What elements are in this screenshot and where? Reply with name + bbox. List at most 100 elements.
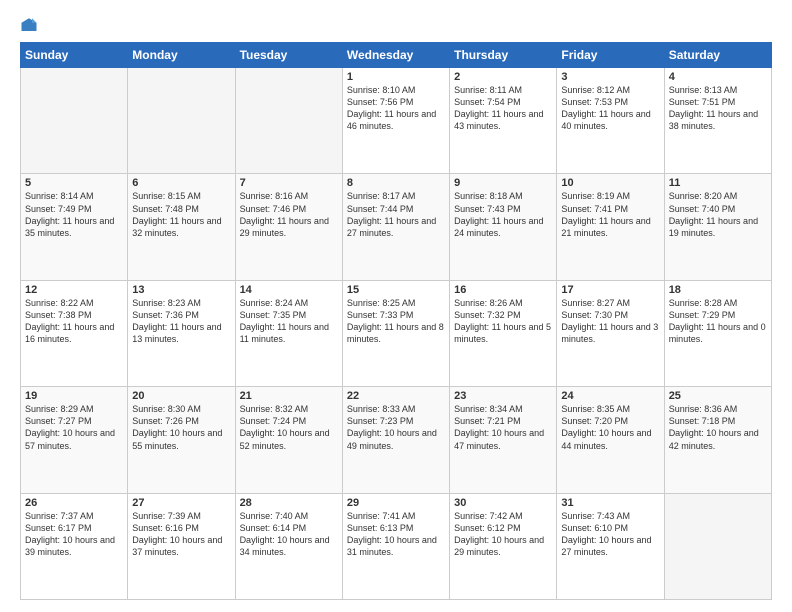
page: SundayMondayTuesdayWednesdayThursdayFrid… bbox=[0, 0, 792, 612]
cell-info: Sunrise: 8:33 AM Sunset: 7:23 PM Dayligh… bbox=[347, 404, 437, 450]
cell-info: Sunrise: 8:11 AM Sunset: 7:54 PM Dayligh… bbox=[454, 85, 543, 131]
day-cell: 7 Sunrise: 8:16 AM Sunset: 7:46 PM Daylig… bbox=[235, 174, 342, 280]
day-number: 21 bbox=[240, 390, 338, 402]
week-row-1: 1 Sunrise: 8:10 AM Sunset: 7:56 PM Daylig… bbox=[21, 68, 772, 174]
day-number: 3 bbox=[561, 71, 659, 83]
day-cell: 1 Sunrise: 8:10 AM Sunset: 7:56 PM Daylig… bbox=[342, 68, 449, 174]
day-cell: 17Sunrise: 8:27 AM Sunset: 7:30 PM Dayli… bbox=[557, 280, 664, 386]
day-cell: 3 Sunrise: 8:12 AM Sunset: 7:53 PM Daylig… bbox=[557, 68, 664, 174]
logo-icon bbox=[20, 16, 38, 34]
week-row-3: 12 Sunrise: 8:22 AM Sunset: 7:38 PM Dayli… bbox=[21, 280, 772, 386]
day-number: 17 bbox=[561, 284, 659, 296]
day-number: 29 bbox=[347, 497, 445, 509]
cell-info: Sunrise: 8:24 AM Sunset: 7:35 PM Dayligh… bbox=[240, 298, 329, 344]
header bbox=[20, 16, 772, 34]
day-number: 10 bbox=[561, 177, 659, 189]
day-cell: 11Sunrise: 8:20 AM Sunset: 7:40 PM Dayli… bbox=[664, 174, 771, 280]
week-row-2: 5 Sunrise: 8:14 AM Sunset: 7:49 PM Daylig… bbox=[21, 174, 772, 280]
day-number: 25 bbox=[669, 390, 767, 402]
calendar-table: SundayMondayTuesdayWednesdayThursdayFrid… bbox=[20, 42, 772, 600]
weekday-wednesday: Wednesday bbox=[342, 43, 449, 68]
cell-info: Sunrise: 8:14 AM Sunset: 7:49 PM Dayligh… bbox=[25, 191, 114, 237]
day-cell: 26 Sunrise: 7:37 AM Sunset: 6:17 PM Dayli… bbox=[21, 493, 128, 599]
day-number: 26 bbox=[25, 497, 123, 509]
cell-info: Sunrise: 8:34 AM Sunset: 7:21 PM Dayligh… bbox=[454, 404, 544, 450]
day-cell: 22Sunrise: 8:33 AM Sunset: 7:23 PM Dayli… bbox=[342, 387, 449, 493]
day-cell: 9 Sunrise: 8:18 AM Sunset: 7:43 PM Daylig… bbox=[450, 174, 557, 280]
day-cell: 28 Sunrise: 7:40 AM Sunset: 6:14 PM Dayli… bbox=[235, 493, 342, 599]
day-number: 9 bbox=[454, 177, 552, 189]
day-cell: 27Sunrise: 7:39 AM Sunset: 6:16 PM Dayli… bbox=[128, 493, 235, 599]
cell-info: Sunrise: 7:40 AM Sunset: 6:14 PM Dayligh… bbox=[240, 511, 330, 557]
cell-info: Sunrise: 8:18 AM Sunset: 7:43 PM Dayligh… bbox=[454, 191, 543, 237]
day-number: 1 bbox=[347, 71, 445, 83]
logo bbox=[20, 16, 42, 34]
weekday-thursday: Thursday bbox=[450, 43, 557, 68]
day-cell: 6Sunrise: 8:15 AM Sunset: 7:48 PM Daylig… bbox=[128, 174, 235, 280]
day-number: 8 bbox=[347, 177, 445, 189]
cell-info: Sunrise: 7:37 AM Sunset: 6:17 PM Dayligh… bbox=[25, 511, 115, 557]
weekday-monday: Monday bbox=[128, 43, 235, 68]
weekday-friday: Friday bbox=[557, 43, 664, 68]
weekday-tuesday: Tuesday bbox=[235, 43, 342, 68]
cell-info: Sunrise: 8:12 AM Sunset: 7:53 PM Dayligh… bbox=[561, 85, 650, 131]
day-number: 7 bbox=[240, 177, 338, 189]
day-number: 12 bbox=[25, 284, 123, 296]
day-cell: 16 Sunrise: 8:26 AM Sunset: 7:32 PM Dayli… bbox=[450, 280, 557, 386]
day-cell: 8 Sunrise: 8:17 AM Sunset: 7:44 PM Daylig… bbox=[342, 174, 449, 280]
week-row-5: 26 Sunrise: 7:37 AM Sunset: 6:17 PM Dayli… bbox=[21, 493, 772, 599]
cell-info: Sunrise: 7:43 AM Sunset: 6:10 PM Dayligh… bbox=[561, 511, 651, 557]
day-cell bbox=[21, 68, 128, 174]
cell-info: Sunrise: 8:36 AM Sunset: 7:18 PM Dayligh… bbox=[669, 404, 759, 450]
day-number: 31 bbox=[561, 497, 659, 509]
day-number: 19 bbox=[25, 390, 123, 402]
week-row-4: 19Sunrise: 8:29 AM Sunset: 7:27 PM Dayli… bbox=[21, 387, 772, 493]
day-number: 24 bbox=[561, 390, 659, 402]
cell-info: Sunrise: 8:30 AM Sunset: 7:26 PM Dayligh… bbox=[132, 404, 222, 450]
cell-info: Sunrise: 7:42 AM Sunset: 6:12 PM Dayligh… bbox=[454, 511, 544, 557]
day-number: 2 bbox=[454, 71, 552, 83]
day-cell: 10 Sunrise: 8:19 AM Sunset: 7:41 PM Dayli… bbox=[557, 174, 664, 280]
cell-info: Sunrise: 8:17 AM Sunset: 7:44 PM Dayligh… bbox=[347, 191, 436, 237]
cell-info: Sunrise: 8:25 AM Sunset: 7:33 PM Dayligh… bbox=[347, 298, 444, 344]
cell-info: Sunrise: 8:10 AM Sunset: 7:56 PM Dayligh… bbox=[347, 85, 436, 131]
day-number: 16 bbox=[454, 284, 552, 296]
cell-info: Sunrise: 8:26 AM Sunset: 7:32 PM Dayligh… bbox=[454, 298, 551, 344]
day-cell: 12 Sunrise: 8:22 AM Sunset: 7:38 PM Dayli… bbox=[21, 280, 128, 386]
cell-info: Sunrise: 8:28 AM Sunset: 7:29 PM Dayligh… bbox=[669, 298, 766, 344]
day-cell: 31 Sunrise: 7:43 AM Sunset: 6:10 PM Dayli… bbox=[557, 493, 664, 599]
day-number: 28 bbox=[240, 497, 338, 509]
day-number: 13 bbox=[132, 284, 230, 296]
weekday-header-row: SundayMondayTuesdayWednesdayThursdayFrid… bbox=[21, 43, 772, 68]
cell-info: Sunrise: 8:22 AM Sunset: 7:38 PM Dayligh… bbox=[25, 298, 114, 344]
day-cell: 23 Sunrise: 8:34 AM Sunset: 7:21 PM Dayli… bbox=[450, 387, 557, 493]
day-number: 4 bbox=[669, 71, 767, 83]
day-cell: 29 Sunrise: 7:41 AM Sunset: 6:13 PM Dayli… bbox=[342, 493, 449, 599]
cell-info: Sunrise: 7:41 AM Sunset: 6:13 PM Dayligh… bbox=[347, 511, 437, 557]
day-number: 23 bbox=[454, 390, 552, 402]
day-cell: 14Sunrise: 8:24 AM Sunset: 7:35 PM Dayli… bbox=[235, 280, 342, 386]
cell-info: Sunrise: 7:39 AM Sunset: 6:16 PM Dayligh… bbox=[132, 511, 222, 557]
cell-info: Sunrise: 8:35 AM Sunset: 7:20 PM Dayligh… bbox=[561, 404, 651, 450]
day-number: 6 bbox=[132, 177, 230, 189]
cell-info: Sunrise: 8:16 AM Sunset: 7:46 PM Dayligh… bbox=[240, 191, 329, 237]
weekday-saturday: Saturday bbox=[664, 43, 771, 68]
day-number: 30 bbox=[454, 497, 552, 509]
day-number: 20 bbox=[132, 390, 230, 402]
day-cell bbox=[664, 493, 771, 599]
day-cell: 24 Sunrise: 8:35 AM Sunset: 7:20 PM Dayli… bbox=[557, 387, 664, 493]
day-cell: 18 Sunrise: 8:28 AM Sunset: 7:29 PM Dayli… bbox=[664, 280, 771, 386]
day-cell: 20 Sunrise: 8:30 AM Sunset: 7:26 PM Dayli… bbox=[128, 387, 235, 493]
day-number: 5 bbox=[25, 177, 123, 189]
day-cell: 4 Sunrise: 8:13 AM Sunset: 7:51 PM Daylig… bbox=[664, 68, 771, 174]
day-cell: 19Sunrise: 8:29 AM Sunset: 7:27 PM Dayli… bbox=[21, 387, 128, 493]
cell-info: Sunrise: 8:19 AM Sunset: 7:41 PM Dayligh… bbox=[561, 191, 650, 237]
day-number: 18 bbox=[669, 284, 767, 296]
day-cell: 30 Sunrise: 7:42 AM Sunset: 6:12 PM Dayli… bbox=[450, 493, 557, 599]
day-number: 11 bbox=[669, 177, 767, 189]
cell-info: Sunrise: 8:23 AM Sunset: 7:36 PM Dayligh… bbox=[132, 298, 221, 344]
day-number: 15 bbox=[347, 284, 445, 296]
day-cell bbox=[128, 68, 235, 174]
day-cell: 13 Sunrise: 8:23 AM Sunset: 7:36 PM Dayli… bbox=[128, 280, 235, 386]
cell-info: Sunrise: 8:13 AM Sunset: 7:51 PM Dayligh… bbox=[669, 85, 758, 131]
